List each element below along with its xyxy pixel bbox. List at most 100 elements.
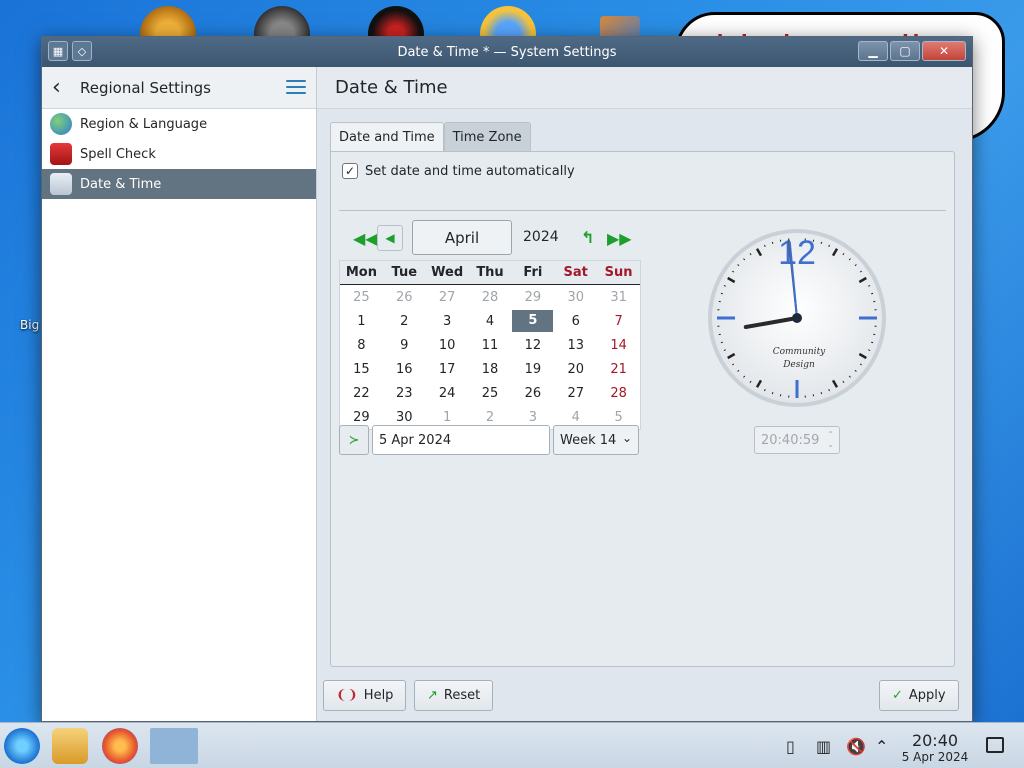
taskbar-clock[interactable]: 20:40 5 Apr 2024 — [890, 731, 980, 764]
calendar-day[interactable]: 19 — [511, 362, 554, 377]
window-title: Date & Time * — System Settings — [397, 44, 617, 60]
clock-tick — [820, 241, 823, 244]
calendar-day[interactable]: 27 — [554, 386, 597, 401]
file-manager-icon[interactable] — [52, 728, 88, 764]
calendar-day[interactable]: 29 — [340, 410, 383, 425]
sidebar-item-spell-check[interactable]: Spell Check — [42, 139, 316, 169]
battery-icon[interactable]: ▥ — [816, 737, 831, 756]
volume-muted-icon[interactable]: 🔇 — [846, 737, 866, 756]
auto-time-row[interactable]: ✓ Set date and time automatically — [342, 163, 575, 179]
calendar-day[interactable]: 6 — [554, 314, 597, 329]
expand-tray-icon[interactable]: ⌃ — [875, 737, 888, 756]
window-app-icon[interactable]: ▦ — [48, 41, 68, 61]
calendar-day[interactable]: 8 — [340, 338, 383, 353]
calendar-day[interactable]: 14 — [597, 338, 640, 353]
calendar-day[interactable]: 9 — [383, 338, 426, 353]
tab-time-zone[interactable]: Time Zone — [443, 122, 531, 151]
calendar-week-row: 22 23 24 25 26 27 28 — [340, 381, 640, 405]
page-title: Date & Time — [317, 67, 972, 109]
calendar-day[interactable]: 31 — [597, 290, 640, 305]
tab-date-and-time[interactable]: Date and Time — [330, 122, 444, 151]
calendar-day[interactable]: 23 — [383, 386, 426, 401]
calendar-day[interactable]: 24 — [426, 386, 469, 401]
show-desktop-icon[interactable] — [986, 737, 1004, 753]
help-icon: ❨❩ — [336, 688, 358, 703]
clock-tick — [871, 292, 874, 295]
calendar-day[interactable]: 1 — [340, 314, 383, 329]
hamburger-menu-icon[interactable] — [286, 80, 306, 96]
calendar-day[interactable]: 30 — [383, 410, 426, 425]
clipboard-icon[interactable]: ▯ — [786, 737, 795, 756]
calendar-day[interactable]: 30 — [554, 290, 597, 305]
calendar-day[interactable]: 27 — [426, 290, 469, 305]
system-settings-task-icon[interactable] — [150, 728, 198, 764]
calendar-day[interactable]: 16 — [383, 362, 426, 377]
prev-month-button[interactable]: ◀ — [377, 225, 403, 251]
apply-button[interactable]: ✓ Apply — [879, 680, 959, 711]
calendar-day[interactable]: 7 — [597, 314, 640, 329]
spin-arrows-icon[interactable]: ⌃ ⌄ — [827, 430, 834, 450]
help-button[interactable]: ❨❩ Help — [323, 680, 407, 711]
clock-calendar-icon — [50, 173, 72, 195]
calendar-week-row: 15 16 17 18 19 20 21 — [340, 357, 640, 381]
calendar-day[interactable]: 2 — [469, 410, 512, 425]
calendar-day[interactable]: 4 — [469, 314, 512, 329]
calendar-day[interactable]: 26 — [511, 386, 554, 401]
calendar-week-row: 8 9 10 11 12 13 14 — [340, 333, 640, 357]
date-picker: ◀◀ ◀ April 2024 ↰ ▶▶ Mon Tue Wed Thu Fri Sat S… — [339, 220, 641, 430]
calendar-day[interactable]: 28 — [469, 290, 512, 305]
time-spinbox[interactable]: 20:40:59 ⌃ ⌄ — [754, 426, 840, 454]
go-to-date-button[interactable]: ≻ — [339, 425, 369, 455]
calendar-day[interactable]: 28 — [597, 386, 640, 401]
calendar-day[interactable]: 12 — [511, 338, 554, 353]
calendar-day[interactable]: 20 — [554, 362, 597, 377]
calendar-day[interactable]: 26 — [383, 290, 426, 305]
calendar-day[interactable]: 2 — [383, 314, 426, 329]
back-arrow-icon[interactable]: ‹ — [52, 76, 76, 99]
week-selector[interactable]: Week 14 ⌄ — [553, 425, 639, 455]
reset-arrow-icon: ↗ — [427, 688, 438, 703]
sidebar-item-region-language[interactable]: Region & Language — [42, 109, 316, 139]
month-selector[interactable]: April — [412, 220, 512, 255]
calendar-day[interactable]: 29 — [511, 290, 554, 305]
time-value: 20:40:59 — [761, 432, 820, 448]
year-label[interactable]: 2024 — [523, 229, 559, 245]
start-menu-icon[interactable] — [4, 728, 40, 764]
calendar-day[interactable]: 17 — [426, 362, 469, 377]
close-button[interactable]: ✕ — [922, 41, 966, 61]
calendar-day[interactable]: 5 — [597, 410, 640, 425]
sidebar-item-label: Spell Check — [80, 146, 156, 162]
calendar-day[interactable]: 4 — [554, 410, 597, 425]
today-jump-icon[interactable]: ↰ — [581, 228, 594, 247]
help-label: Help — [363, 688, 394, 703]
prev-year-icon[interactable]: ◀◀ — [353, 229, 378, 248]
auto-time-checkbox[interactable]: ✓ — [342, 163, 358, 179]
calendar-day[interactable]: 21 — [597, 362, 640, 377]
firefox-icon[interactable] — [102, 728, 138, 764]
calendar-day[interactable]: 5 — [512, 310, 554, 332]
globe-icon — [50, 113, 72, 135]
calendar-day[interactable]: 15 — [340, 362, 383, 377]
calendar-day[interactable]: 18 — [469, 362, 512, 377]
window-menu-icon[interactable]: ◇ — [72, 41, 92, 61]
calendar-day[interactable]: 11 — [469, 338, 512, 353]
calendar-day[interactable]: 1 — [426, 410, 469, 425]
date-input[interactable]: 5 Apr 2024 — [372, 425, 550, 455]
reset-label: Reset — [443, 688, 481, 703]
calendar-day[interactable]: 25 — [340, 290, 383, 305]
weekday-header: Wed — [431, 265, 464, 280]
checkmark-icon: ✓ — [892, 688, 903, 703]
window-titlebar[interactable]: ▦ ◇ Date & Time * — System Settings ▁ ▢ … — [42, 37, 972, 67]
minimize-button[interactable]: ▁ — [858, 41, 888, 61]
calendar-day[interactable]: 13 — [554, 338, 597, 353]
calendar-grid: Mon Tue Wed Thu Fri Sat Sun 25 26 27 28 29 30 31 1 2 3 4… — [339, 260, 641, 430]
calendar-day[interactable]: 10 — [426, 338, 469, 353]
reset-button[interactable]: ↗ Reset — [414, 680, 494, 711]
calendar-day[interactable]: 22 — [340, 386, 383, 401]
calendar-day[interactable]: 3 — [426, 314, 469, 329]
maximize-button[interactable]: ▢ — [890, 41, 920, 61]
sidebar-item-date-time[interactable]: Date & Time — [42, 169, 316, 199]
calendar-day[interactable]: 25 — [469, 386, 512, 401]
calendar-day[interactable]: 3 — [511, 410, 554, 425]
next-month-icon[interactable]: ▶▶ — [607, 229, 632, 248]
